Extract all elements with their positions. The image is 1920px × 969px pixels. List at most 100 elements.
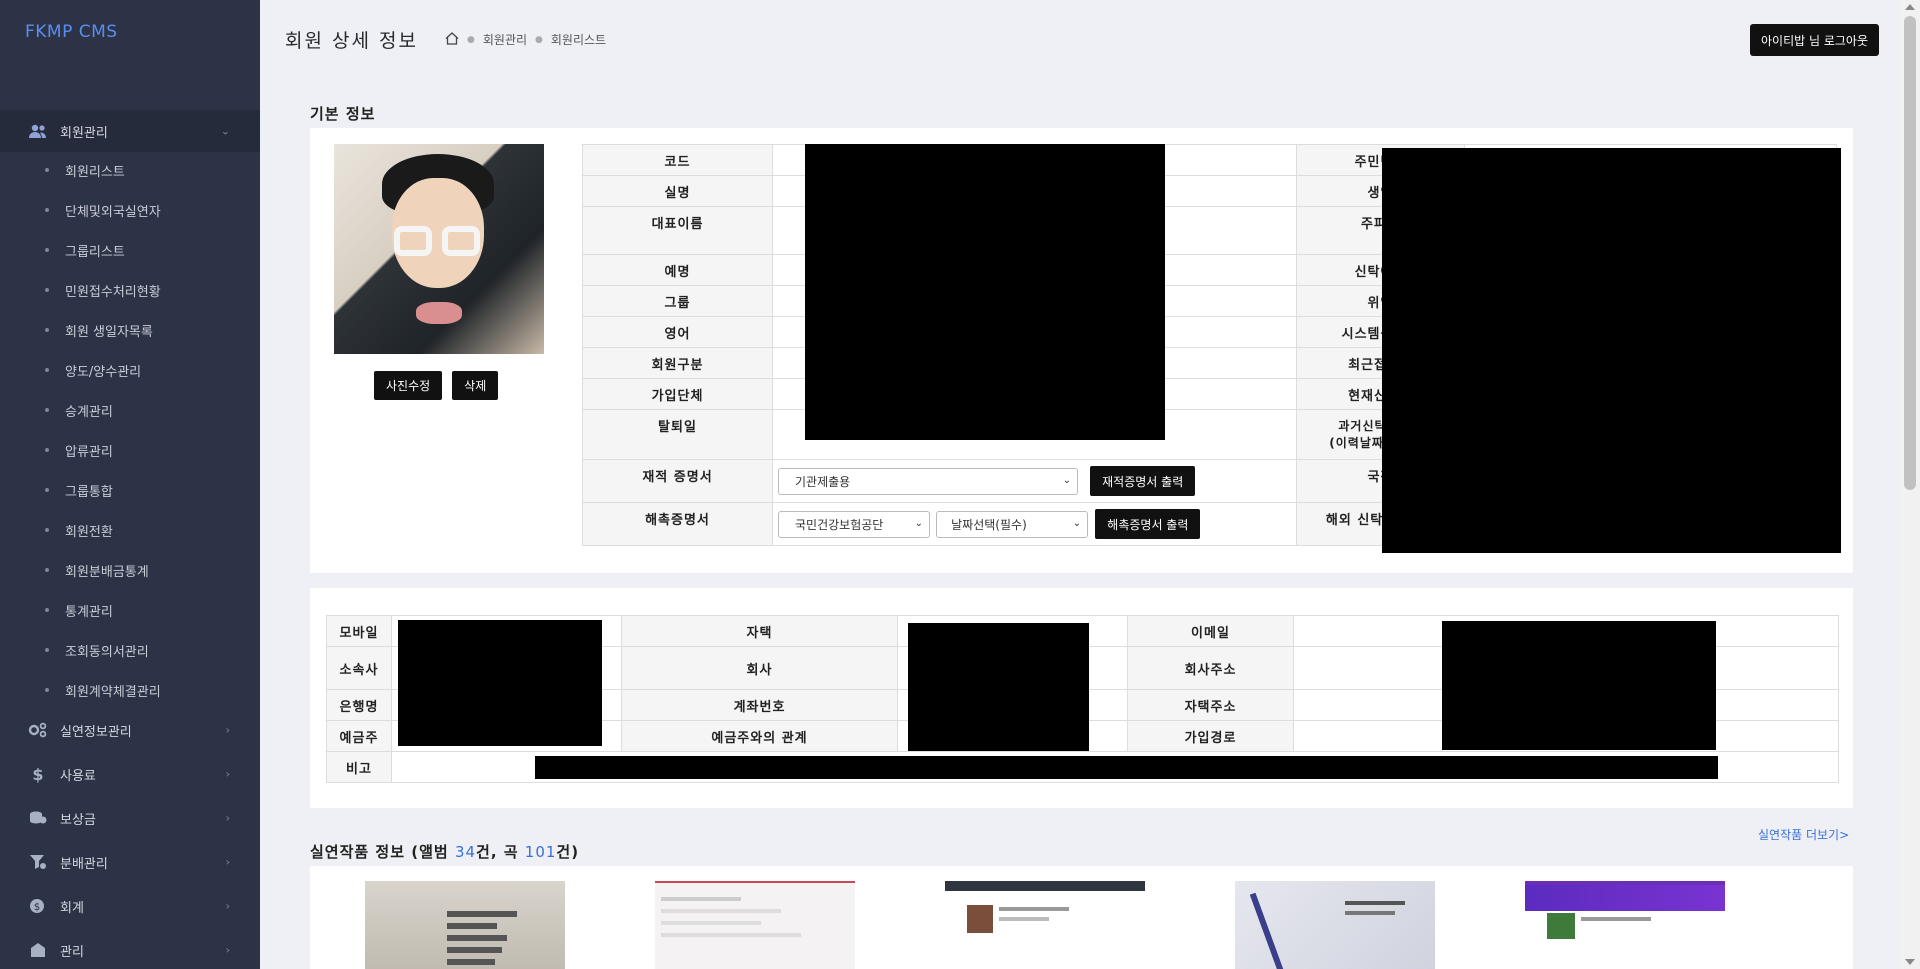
works-more-link[interactable]: 실연작품 더보기> [1758,826,1849,843]
scrollbar-thumb[interactable] [1904,16,1916,490]
label-group: 그룹 [582,285,773,317]
scroll-up-icon[interactable] [1905,4,1915,10]
label-real-name: 실명 [582,175,773,207]
chevron-right-icon: › [225,855,230,869]
label-home-address: 자택주소 [1127,689,1294,721]
brand-logo[interactable]: FKMP CMS [25,22,118,42]
breadcrumb-separator: ● [467,34,475,45]
chevron-right-icon: › [225,767,230,781]
dollar-icon: $ [32,764,44,784]
label-english: 영어 [582,316,773,348]
label-agency: 소속사 [326,646,392,690]
cert-purpose-select[interactable]: 기관제출용 ⌄ [778,467,1078,495]
label-enrollment-cert: 재적 증명서 [582,459,773,503]
redacted-block [398,620,602,746]
breadcrumb: ● 회원관리 ● 회원리스트 [445,31,606,48]
works-card [310,866,1853,969]
chevron-right-icon: › [225,943,230,957]
sidebar-item-distribution-stats[interactable]: 회원분배금통계 [0,550,260,590]
label-company-address: 회사주소 [1127,646,1294,690]
logout-button[interactable]: 아이티밥 님 로그아웃 [1750,24,1879,56]
sidebar-item-member-list[interactable]: 회원리스트 [0,150,260,190]
sidebar-group-compensation[interactable]: 보상금 › [0,796,260,840]
sidebar-item-birthdays[interactable]: 회원 생일자목록 [0,310,260,350]
sidebar-item-contracts[interactable]: 회원계약체결관리 [0,670,260,710]
breadcrumb-separator: ● [535,34,543,45]
contact-info-card: 모바일 자택 이메일 소속사 회사 회사주소 은행명 계좌번호 자택주소 예금주 [310,588,1853,808]
top-bar: 회원 상세 정보 ● 회원관리 ● 회원리스트 아이티밥 님 로그아웃 [260,0,1900,78]
dismissal-org-select[interactable]: 국민건강보험공단 ⌄ [778,510,930,538]
basic-info-card: 사진수정 삭제 코드 주민번호 실명 생일 대표이름 주파트 예명 신탁여부 그… [310,128,1853,573]
label-account-holder: 예금주 [326,720,392,752]
breadcrumb-item[interactable]: 회원리스트 [551,31,606,48]
photo-edit-button[interactable]: 사진수정 [374,371,443,400]
dismissal-cert-print-button[interactable]: 해촉증명서 출력 [1095,509,1201,539]
page-title: 회원 상세 정보 [285,30,418,52]
label-holder-relation: 예금주와의 관계 [621,720,898,752]
chevron-right-icon: › [225,899,230,913]
building-icon [28,940,48,960]
sidebar-item-complaints[interactable]: 민원접수처리현황 [0,270,260,310]
gears-icon [28,720,48,740]
coins-icon [28,808,48,828]
member-photo [334,144,544,354]
album-count: 34 [454,843,477,861]
chevron-right-icon: › [225,811,230,825]
users-icon [28,121,48,141]
svg-text:$: $ [34,902,40,913]
label-withdrawal-date: 탈퇴일 [582,409,773,460]
redacted-block [535,756,1718,779]
redacted-block [1382,148,1841,553]
label-code: 코드 [582,144,773,176]
photo-delete-button[interactable]: 삭제 [452,371,499,400]
label-join-path: 가입경로 [1127,720,1294,752]
basic-info-title: 기본 정보 [310,105,376,123]
label-stage-name: 예명 [582,254,773,286]
label-home-phone: 자택 [621,615,898,647]
album-thumbnail[interactable] [945,881,1145,969]
album-thumbnail[interactable] [1235,881,1435,969]
sidebar-group-admin[interactable]: 관리 › [0,928,260,969]
chevron-down-icon: ⌄ [220,124,230,138]
sidebar-item-group-merge[interactable]: 그룹통합 [0,470,260,510]
sidebar-item-succession[interactable]: 승계관리 [0,390,260,430]
album-thumbnail[interactable] [655,881,855,969]
sidebar-item-group-list[interactable]: 그룹리스트 [0,230,260,270]
album-thumbnail[interactable] [365,881,565,969]
dismissal-date-select[interactable]: 날짜선택(필수) ⌄ [936,510,1089,538]
sidebar-item-member-convert[interactable]: 회원전환 [0,510,260,550]
sidebar-group-accounting[interactable]: $ 회계 › [0,884,260,928]
sidebar-item-groups-foreign[interactable]: 단체및외국실연자 [0,190,260,230]
vertical-scrollbar[interactable] [1900,0,1920,969]
album-thumbnail[interactable] [1525,881,1725,969]
sidebar-item-consent[interactable]: 조회동의서관리 [0,630,260,670]
sidebar-lower-groups: 실연정보관리 › $ 사용료 › 보상금 › 분배관리 › $ 회계 › 관리 … [0,708,260,969]
chevron-down-icon: ⌄ [1062,474,1071,486]
breadcrumb-item[interactable]: 회원관리 [483,31,527,48]
sidebar-group-fees[interactable]: $ 사용료 › [0,752,260,796]
sidebar-group-label: 회원관리 [60,125,108,141]
sidebar-group-member[interactable]: 회원관리 ⌄ [0,110,260,152]
sidebar-item-seizure[interactable]: 압류관리 [0,430,260,470]
label-member-type: 회원구분 [582,347,773,379]
home-icon[interactable] [445,31,459,48]
sidebar-item-transfer[interactable]: 양도/양수관리 [0,350,260,390]
label-mobile: 모바일 [326,615,392,647]
enrollment-cert-print-button[interactable]: 재적증명서 출력 [1090,466,1196,496]
money-icon: $ [28,896,48,916]
label-email: 이메일 [1127,615,1294,647]
redacted-block [1442,621,1716,750]
chevron-down-icon: ⌄ [914,517,923,529]
scroll-down-icon[interactable] [1905,959,1915,965]
sidebar-group-performance[interactable]: 실연정보관리 › [0,708,260,752]
sidebar-group-distribution[interactable]: 분배관리 › [0,840,260,884]
label-organization: 가입단체 [582,378,773,410]
label-remarks: 비고 [326,751,392,783]
label-dismissal-cert: 해촉증명서 [582,502,773,546]
sidebar-item-stats[interactable]: 통계관리 [0,590,260,630]
filter-icon [28,852,48,872]
redacted-block [908,623,1089,751]
label-company: 회사 [621,646,898,690]
label-bank: 은행명 [326,689,392,721]
redacted-block [805,144,1165,440]
